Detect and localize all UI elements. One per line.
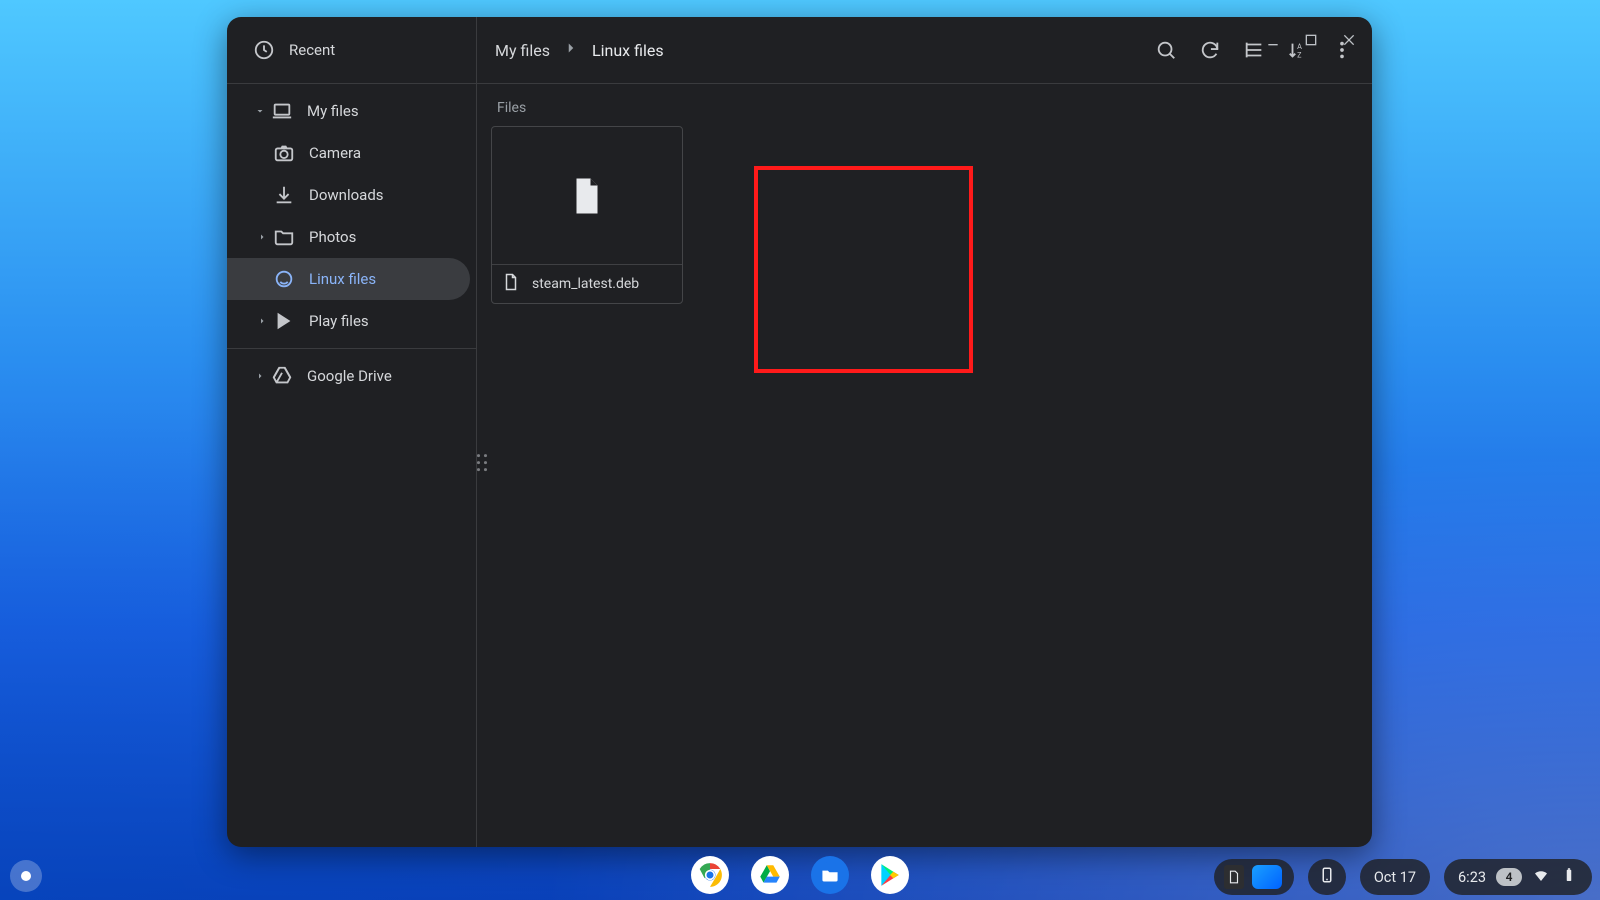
file-tile[interactable]: steam_latest.deb [491,126,683,304]
status-time: 6:23 [1458,869,1486,886]
dock-app-drive[interactable] [751,856,789,894]
google-drive-icon [271,365,293,387]
file-name: steam_latest.deb [532,276,639,292]
linux-icon [273,268,295,290]
sidebar-resize-handle[interactable] [475,451,489,471]
sidebar-item-camera[interactable]: Camera [227,132,470,174]
chevron-right-icon [253,370,267,382]
chevron-right-icon [255,231,269,243]
tote-button[interactable] [1308,859,1346,895]
shelf: Oct 17 6:23 4 [0,852,1600,900]
window-minimize-button[interactable] [1264,31,1282,49]
dock-app-play-store[interactable] [871,856,909,894]
dock-app-files[interactable] [811,856,849,894]
notification-badge: 4 [1496,868,1522,886]
svg-text:Z: Z [1297,50,1302,59]
laptop-icon [271,100,293,122]
play-store-icon [273,310,295,332]
clock-icon [253,39,275,61]
status-tray: Oct 17 6:23 4 [1214,859,1592,895]
files-section-label: Files [477,84,1372,126]
toolbar: My files Linux files AZ [477,17,1372,84]
sidebar-camera-label: Camera [309,144,361,162]
notification-card-app [1252,865,1282,889]
phone-icon [1318,866,1336,888]
battery-icon [1560,866,1578,888]
breadcrumb-current[interactable]: Linux files [592,41,664,60]
chevron-down-icon [253,105,267,117]
sidebar-my-files-label: My files [307,102,359,120]
notification-card-file [1224,865,1244,889]
file-caption: steam_latest.deb [492,264,682,303]
download-icon [273,184,295,206]
sidebar-item-my-files[interactable]: My files [227,90,470,132]
chevron-right-icon [562,39,580,61]
status-date: Oct 17 [1374,869,1416,886]
sidebar-item-play-files[interactable]: Play files [227,300,470,342]
sidebar-item-photos[interactable]: Photos [227,216,470,258]
dock-app-chrome[interactable] [691,856,729,894]
sidebar-drive-label: Google Drive [307,367,392,385]
dock [691,856,909,894]
launcher-button[interactable] [10,860,42,892]
refresh-button[interactable] [1188,28,1232,72]
sidebar-divider [227,348,476,349]
main-content: My files Linux files AZ [477,17,1372,847]
wifi-icon [1532,866,1550,888]
status-pill[interactable]: 6:23 4 [1444,859,1592,895]
file-thumb [492,127,682,264]
files-grid: steam_latest.deb [477,126,1372,304]
sidebar-item-google-drive[interactable]: Google Drive [227,355,470,397]
chevron-right-icon [255,315,269,327]
breadcrumb: My files Linux files [495,39,664,61]
search-button[interactable] [1144,28,1188,72]
notification-stack[interactable] [1214,859,1294,895]
window-controls [1264,31,1358,49]
sidebar-recent-label: Recent [289,41,335,59]
window-close-button[interactable] [1340,31,1358,49]
sidebar-play-label: Play files [309,312,369,330]
file-icon [502,273,520,295]
sidebar-photos-label: Photos [309,228,356,246]
date-pill[interactable]: Oct 17 [1360,859,1430,895]
sidebar: Recent My files Camera [227,17,477,847]
sidebar-item-downloads[interactable]: Downloads [227,174,470,216]
sidebar-downloads-label: Downloads [309,186,384,204]
files-app-window: Recent My files Camera [227,17,1372,847]
window-maximize-button[interactable] [1302,31,1320,49]
sidebar-item-linux-files[interactable]: Linux files [227,258,470,300]
sidebar-linux-label: Linux files [309,270,376,288]
breadcrumb-root[interactable]: My files [495,41,550,60]
sidebar-item-recent[interactable]: Recent [227,17,476,84]
camera-icon [273,142,295,164]
folder-icon [273,226,295,248]
